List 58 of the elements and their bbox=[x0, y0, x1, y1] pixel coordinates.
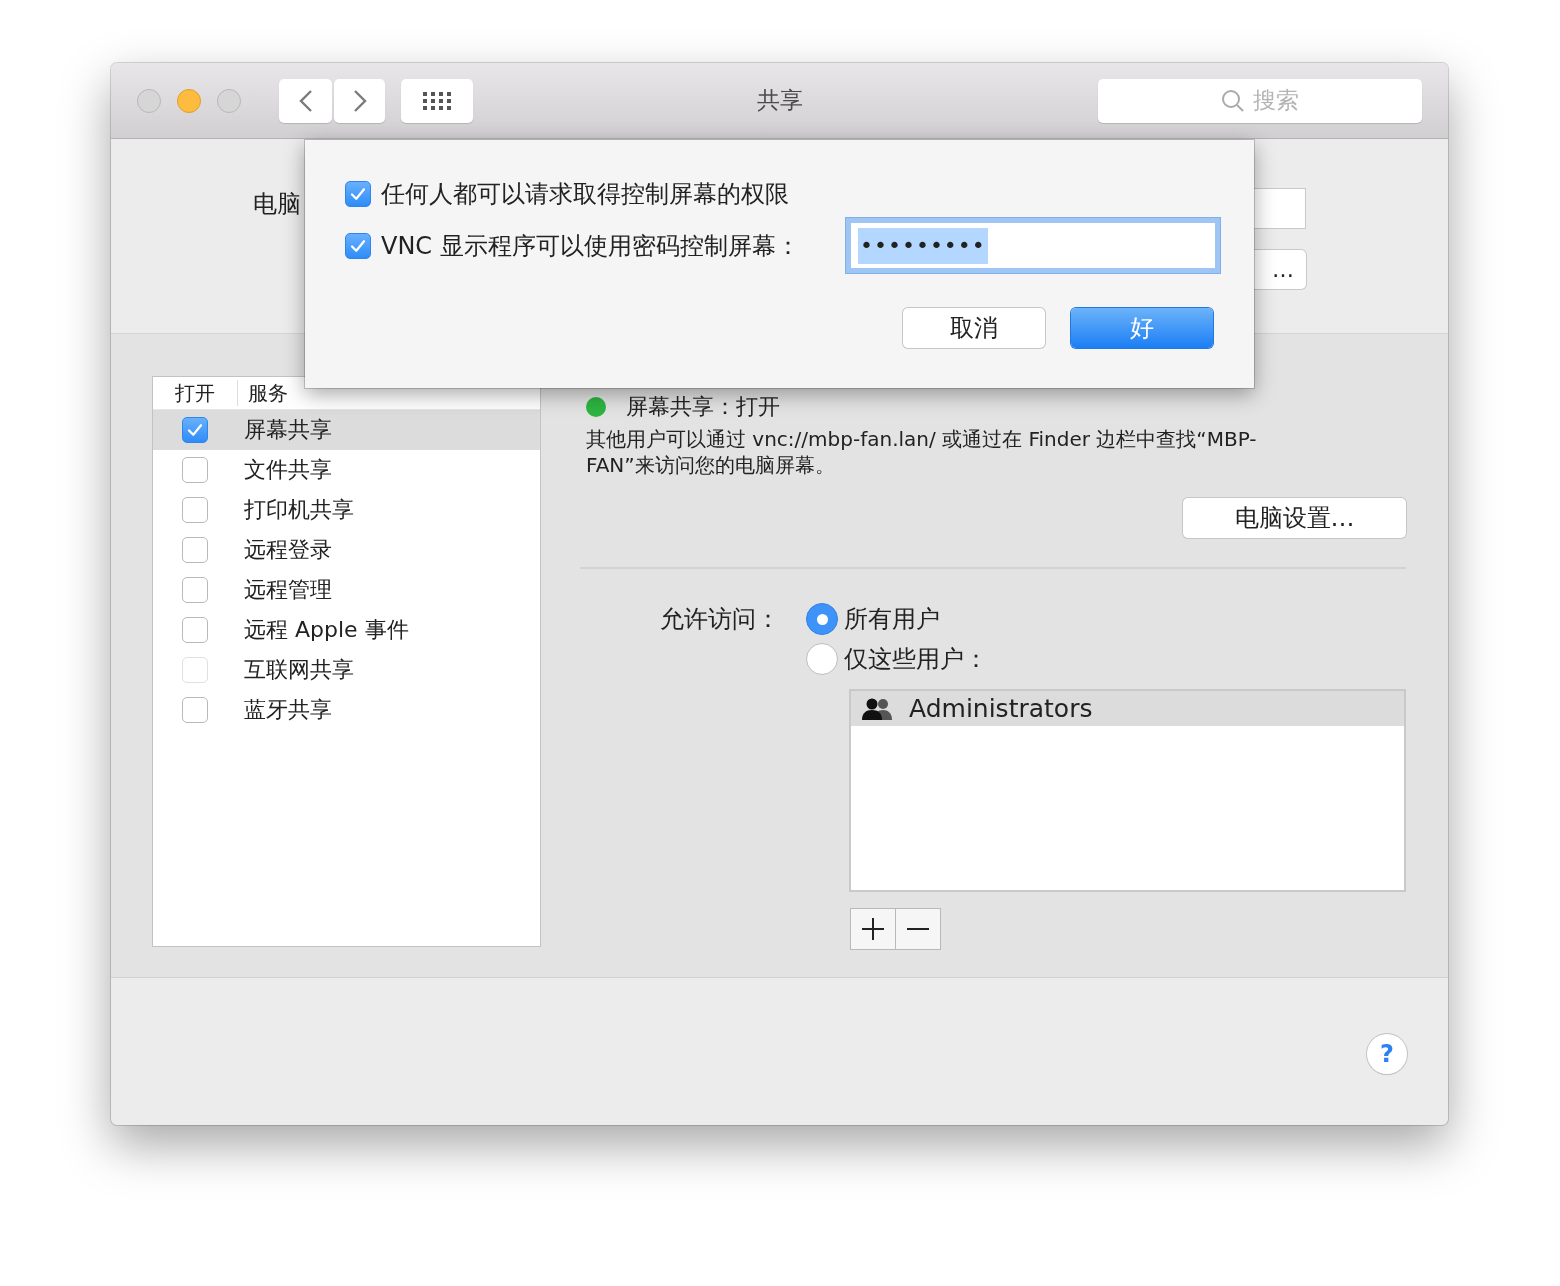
column-header: 打开 bbox=[153, 380, 238, 406]
checkbox[interactable] bbox=[182, 497, 208, 523]
window-title: 共享 bbox=[756, 87, 803, 113]
service-name: 远程登录 bbox=[244, 536, 332, 564]
checkbox[interactable] bbox=[182, 417, 208, 443]
plus-icon bbox=[861, 917, 885, 941]
checkbox[interactable] bbox=[182, 617, 208, 643]
computer-settings-button[interactable]: 电脑设置… bbox=[1183, 498, 1406, 538]
search-icon bbox=[1221, 88, 1245, 113]
forward-button[interactable] bbox=[334, 78, 385, 123]
service-name: 打印机共享 bbox=[244, 496, 354, 524]
checkbox[interactable] bbox=[182, 457, 208, 483]
close-button[interactable] bbox=[137, 88, 161, 113]
chevron-left-icon bbox=[298, 88, 313, 113]
add-button[interactable] bbox=[850, 908, 896, 950]
minus-icon bbox=[906, 927, 930, 931]
service-row[interactable]: 文件共享 bbox=[153, 450, 540, 490]
grid-icon bbox=[422, 90, 452, 111]
service-row[interactable]: 蓝牙共享 bbox=[153, 690, 540, 730]
description-text: 其他用户可以通过 vnc://mbp-fan.lan/ 或通过在 Finder 边栏中查找“MBP-FAN”来访问您的电脑屏幕。 bbox=[586, 426, 1258, 478]
chevron-right-icon bbox=[352, 88, 367, 113]
remove-button[interactable] bbox=[896, 908, 941, 950]
zoom-button[interactable] bbox=[217, 88, 241, 113]
checkbox[interactable] bbox=[345, 232, 371, 259]
radio-label[interactable]: 仅这些用户： bbox=[844, 643, 988, 675]
group-icon bbox=[861, 697, 895, 720]
option-label[interactable]: VNC 显示程序可以使用密码控制屏幕： bbox=[381, 229, 800, 262]
service-row[interactable]: 远程管理 bbox=[153, 570, 540, 610]
radio-button[interactable] bbox=[806, 603, 838, 635]
service-row[interactable]: 屏幕共享 bbox=[153, 410, 540, 450]
column-header: 服务 bbox=[247, 379, 288, 407]
status-text: 屏幕共享：打开 bbox=[626, 393, 780, 421]
service-name: 远程管理 bbox=[244, 576, 332, 604]
checkbox[interactable] bbox=[345, 181, 371, 207]
checkbox[interactable] bbox=[182, 577, 208, 603]
service-name: 互联网共享 bbox=[244, 656, 354, 684]
cancel-button[interactable]: 取消 bbox=[903, 308, 1045, 348]
option-label[interactable]: 任何人都可以请求取得控制屏幕的权限 bbox=[381, 178, 789, 210]
radio-label[interactable]: 所有用户 bbox=[844, 603, 940, 635]
checkbox[interactable] bbox=[182, 697, 208, 723]
service-name: 屏幕共享 bbox=[244, 416, 332, 444]
show-all-button[interactable] bbox=[401, 78, 473, 123]
service-row[interactable]: 远程登录 bbox=[153, 530, 540, 570]
user-row[interactable]: Administrators bbox=[851, 691, 1404, 726]
service-row[interactable]: 远程 Apple 事件 bbox=[153, 610, 540, 650]
help-button[interactable]: ? bbox=[1367, 1034, 1407, 1074]
password-field[interactable]: ••••••••• bbox=[846, 218, 1220, 273]
computer-name-label: 电脑 bbox=[253, 189, 301, 220]
checkbox[interactable] bbox=[182, 537, 208, 563]
service-name: 文件共享 bbox=[244, 456, 332, 484]
service-name: 远程 Apple 事件 bbox=[244, 616, 409, 644]
user-name: Administrators bbox=[909, 694, 1093, 723]
access-label: 允许访问： bbox=[659, 604, 780, 635]
back-button[interactable] bbox=[279, 78, 332, 123]
radio-button[interactable] bbox=[806, 643, 838, 675]
service-row[interactable]: 打印机共享 bbox=[153, 490, 540, 530]
service-name: 蓝牙共享 bbox=[244, 696, 332, 724]
minimize-button[interactable] bbox=[177, 88, 201, 113]
